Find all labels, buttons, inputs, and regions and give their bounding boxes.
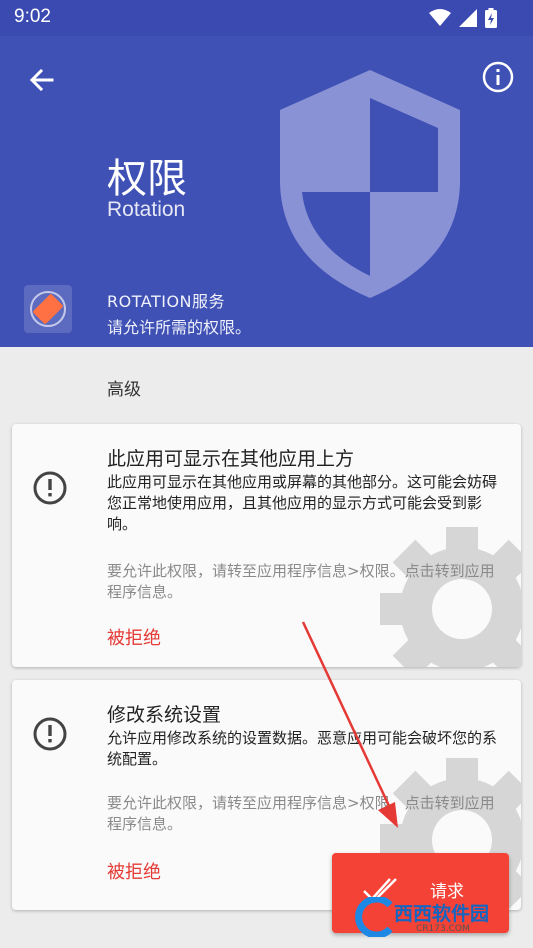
status-bar: 9:02 — [0, 0, 533, 36]
service-description: 请允许所需的权限。 — [107, 318, 252, 337]
permission-card-overlay[interactable]: 此应用可显示在其他应用上方 此应用可显示在其他应用或屏幕的其他部分。这可能会妨碍… — [12, 424, 521, 667]
watermark-logo — [355, 897, 393, 937]
status-icons — [429, 8, 497, 28]
page-title: 权限 — [107, 156, 187, 202]
service-name: ROTATION服务 — [107, 292, 226, 311]
watermark-brand: 西西软件园 — [394, 903, 490, 925]
permission-hint: 要允许此权限，请转至应用程序信息>权限。点击转到应用程序信息。 — [107, 794, 495, 833]
site-watermark: 西西软件园 CR173.COM — [350, 893, 510, 941]
shield-icon — [280, 70, 460, 298]
permissions-header: 权限 Rotation ROTATION服务 请允许所需的权限。 — [0, 36, 533, 347]
alert-circle-icon — [33, 717, 67, 751]
permission-description: 此应用可显示在其他应用或屏幕的其他部分。这可能会妨碍您正常地使用应用，且其他应用… — [107, 473, 498, 533]
app-subtitle: Rotation — [107, 198, 186, 221]
signal-icon — [459, 9, 477, 27]
section-label-advanced: 高级 — [107, 380, 141, 400]
battery-icon — [485, 8, 497, 28]
permission-title: 修改系统设置 — [107, 704, 222, 726]
wifi-icon — [429, 9, 451, 26]
permission-status[interactable]: 被拒绝 — [107, 858, 161, 884]
permission-title: 此应用可显示在其他应用上方 — [107, 448, 355, 470]
status-time: 9:02 — [14, 6, 51, 27]
rotation-app-icon — [24, 285, 72, 333]
permission-hint: 要允许此权限，请转至应用程序信息>权限。点击转到应用程序信息。 — [107, 562, 495, 601]
permission-description: 允许应用修改系统的设置数据。恶意应用可能会破坏您的系统配置。 — [107, 729, 498, 768]
permission-status[interactable]: 被拒绝 — [107, 624, 161, 650]
info-icon[interactable] — [481, 60, 515, 94]
alert-circle-icon — [33, 471, 67, 505]
back-button[interactable] — [22, 60, 62, 100]
watermark-site: CR173.COM — [416, 924, 470, 934]
